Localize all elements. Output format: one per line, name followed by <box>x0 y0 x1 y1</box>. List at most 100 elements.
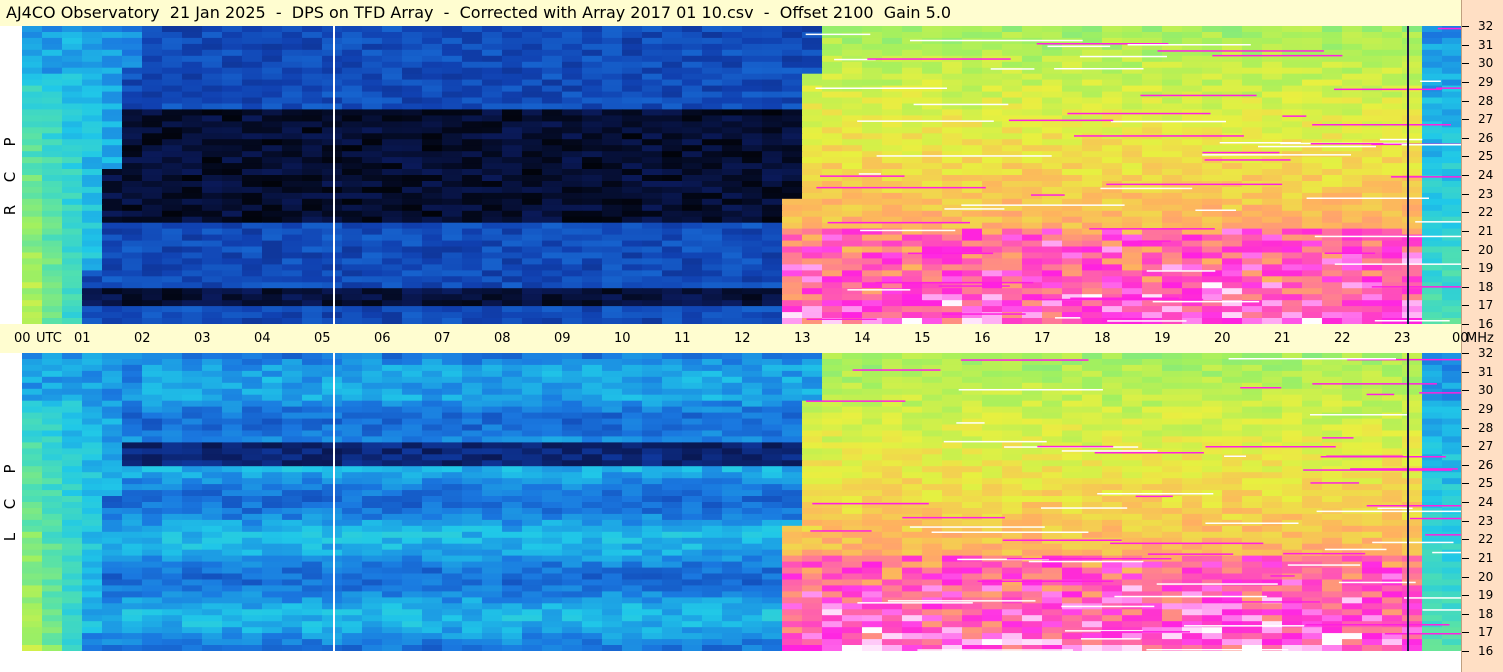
spectrogram-cell <box>422 151 443 158</box>
spectrogram-cell <box>1242 175 1263 182</box>
spectrogram-cell <box>1402 163 1423 170</box>
spectrogram-cell <box>822 264 843 271</box>
spectrogram-cell <box>442 359 463 366</box>
spectrogram-cell <box>322 26 343 33</box>
spectrogram-cell <box>942 418 963 426</box>
spectrogram-cell <box>902 442 923 449</box>
spectrogram-cell <box>662 448 683 455</box>
spectrogram-cell <box>642 163 663 170</box>
spectrogram-cell <box>542 418 563 426</box>
spectrogram-cell <box>222 252 243 260</box>
spectrogram-cell <box>1222 97 1243 105</box>
spectrogram-cell <box>862 442 883 449</box>
spectrogram-cell <box>682 282 703 289</box>
spectrogram-cell <box>622 258 643 265</box>
spectrogram-cell <box>322 97 343 105</box>
spectrogram-cell <box>782 79 803 87</box>
spectrogram-cell <box>1302 370 1323 378</box>
spectrogram-cell <box>1342 228 1363 236</box>
spectrogram-cell <box>642 234 663 242</box>
spectrogram-cell <box>382 133 403 140</box>
spectrogram-cell <box>942 175 963 182</box>
spectrogram-cell <box>162 306 183 313</box>
spectrogram-cell <box>402 67 423 75</box>
spectrogram-cell <box>382 181 403 188</box>
spectrogram-cell <box>202 169 223 176</box>
spectrogram-cell <box>1402 181 1423 188</box>
spectrogram-cell <box>422 133 443 140</box>
spectrogram-cell <box>442 103 463 111</box>
spectrogram-cell <box>662 270 683 277</box>
spectrogram-cell <box>402 181 423 188</box>
spectrogram-cell <box>822 234 843 242</box>
interference-streak <box>1127 44 1251 46</box>
spectrogram-cell <box>822 204 843 212</box>
spectrogram-cell <box>262 157 283 164</box>
spectrogram-cell <box>462 91 483 99</box>
spectrogram-cell <box>922 300 943 307</box>
spectrogram-cell <box>722 73 743 81</box>
spectrogram-cell <box>762 103 783 111</box>
spectrogram-cell <box>222 67 243 75</box>
spectrogram-cell <box>242 228 263 236</box>
spectrogram-cell <box>442 240 463 248</box>
spectrogram-cell <box>902 32 923 39</box>
spectrogram-cell <box>182 240 203 248</box>
spectrogram-cell <box>1142 97 1163 105</box>
spectrogram-cell <box>922 412 943 420</box>
spectrogram-cell <box>302 430 323 438</box>
spectrogram-cell <box>382 454 403 461</box>
spectrogram-cell <box>1442 370 1462 378</box>
spectrogram-cell <box>602 121 623 128</box>
spectrogram-cell <box>642 294 663 301</box>
spectrogram-cell <box>462 246 483 254</box>
spectrogram-cell <box>222 353 243 360</box>
spectrogram-cell <box>22 79 43 87</box>
spectrogram-cell <box>682 151 703 158</box>
spectrogram-cell <box>742 32 763 39</box>
spectrogram-cell <box>602 103 623 111</box>
spectrogram-cell <box>622 26 643 33</box>
spectrogram-cell <box>1442 79 1462 87</box>
spectrogram-cell <box>1422 353 1443 360</box>
spectrogram-cell <box>922 67 943 75</box>
spectrogram-cell <box>1282 228 1303 236</box>
spectrogram-cell <box>1082 163 1103 170</box>
spectrogram-cell <box>1022 133 1043 140</box>
spectrogram-cell <box>1122 163 1143 170</box>
spectrogram-cell <box>22 394 43 402</box>
spectrogram-cell <box>462 294 483 301</box>
spectrogram-cell <box>1162 436 1183 443</box>
spectrogram-cell <box>362 85 383 93</box>
spectrogram-cell <box>462 85 483 93</box>
spectrogram-cell <box>422 163 443 170</box>
spectrogram-cell <box>942 376 963 384</box>
spectrogram-cell <box>242 294 263 301</box>
spectrogram-cell <box>242 460 263 467</box>
spectrogram-cell <box>782 300 803 307</box>
spectrogram-cell <box>1382 394 1403 402</box>
spectrogram-cell <box>1062 370 1083 378</box>
spectrogram-cell <box>322 43 343 51</box>
spectrogram-cell <box>142 294 163 301</box>
spectrogram-cell <box>222 442 243 449</box>
spectrogram-cell <box>1282 252 1303 260</box>
spectrogram-cell <box>1002 400 1023 408</box>
spectrogram-cell <box>122 175 143 182</box>
spectrogram-cell <box>202 282 223 289</box>
spectrogram-cell <box>902 294 923 301</box>
spectrogram-cell <box>402 222 423 230</box>
spectrogram-cell <box>582 210 603 218</box>
spectrogram-cell <box>302 264 323 271</box>
spectrogram-cell <box>922 382 943 390</box>
spectrogram-cell <box>622 400 643 408</box>
spectrogram-cell <box>882 97 903 105</box>
spectrogram-cell <box>1142 288 1163 295</box>
spectrogram-cell <box>862 145 883 152</box>
spectrogram-cell <box>622 91 643 99</box>
spectrogram-cell <box>562 370 583 378</box>
spectrogram-cell <box>922 79 943 87</box>
spectrogram-cell <box>882 210 903 218</box>
spectrogram-cell <box>862 240 883 248</box>
spectrogram-cell <box>1342 91 1363 99</box>
